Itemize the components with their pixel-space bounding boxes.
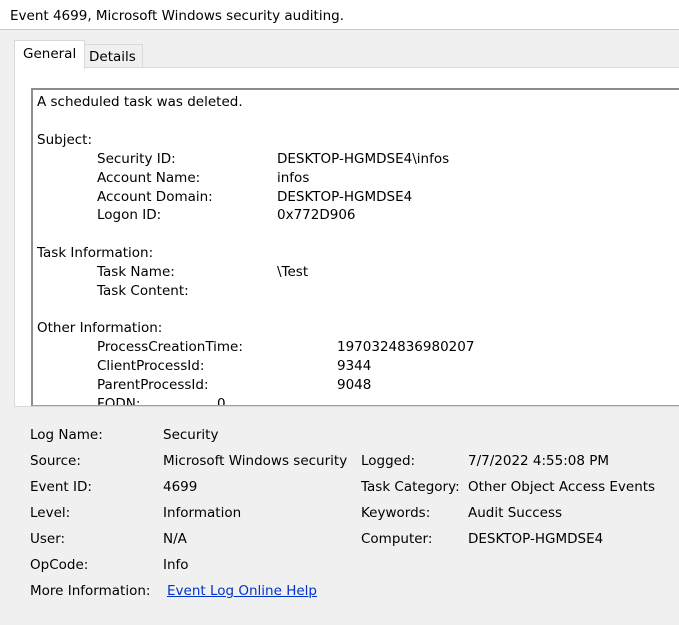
log-name-label: Log Name: [30,427,103,443]
process-creation-time-label: ProcessCreationTime: [97,339,243,355]
security-id-value: DESKTOP-HGMDSE4\infos [277,151,450,167]
task-name-value: \Test [277,264,309,280]
message-heading: A scheduled task was deleted. [37,94,243,110]
tab-details-label: Details [89,49,136,65]
title-bar: Event 4699, Microsoft Windows security a… [0,0,679,30]
general-tab-panel: A scheduled task was deleted. Subject: S… [14,67,679,407]
task-content-label: Task Content: [97,283,189,299]
event-description-textbox[interactable]: A scheduled task was deleted. Subject: S… [31,88,679,406]
user-value: N/A [163,531,187,547]
window-title: Event 4699, Microsoft Windows security a… [10,8,344,24]
account-domain-label: Account Domain: [97,189,213,205]
task-category-label: Task Category: [361,479,460,495]
opcode-label: OpCode: [30,557,89,573]
task-category-value: Other Object Access Events [468,479,656,495]
account-name-value: infos [277,170,310,186]
event-properties-window: Event 4699, Microsoft Windows security a… [0,0,679,625]
task-info-header: Task Information: [37,245,154,261]
opcode-value: Info [163,557,189,573]
parent-process-id-label: ParentProcessId: [97,377,209,393]
client-process-id-value: 9344 [337,358,372,374]
event-log-online-help-link[interactable]: Event Log Online Help [167,582,367,601]
more-information-label: More Information: [30,583,151,599]
computer-value: DESKTOP-HGMDSE4 [468,531,604,547]
fqdn-label: FQDN: [97,396,141,406]
level-value: Information [163,505,242,521]
user-label: User: [30,531,66,547]
event-id-value: 4699 [163,479,198,495]
fqdn-value: 0 [217,396,226,406]
client-process-id-label: ClientProcessId: [97,358,205,374]
tab-details[interactable]: Details [82,44,143,68]
tab-general-label: General [23,46,77,62]
source-value: Microsoft Windows security auditing. [163,453,350,469]
account-name-label: Account Name: [97,170,201,186]
tab-general[interactable]: General [14,40,86,69]
logged-label: Logged: [361,453,416,469]
parent-process-id-value: 9048 [337,377,372,393]
source-label: Source: [30,453,81,469]
event-details-summary: Log Name: Security Source: Microsoft Win… [0,420,679,625]
logged-value: 7/7/2022 4:55:08 PM [468,453,610,469]
logon-id-value: 0x772D906 [277,207,356,223]
process-creation-time-value: 1970324836980207 [337,339,475,355]
task-name-label: Task Name: [97,264,175,280]
account-domain-value: DESKTOP-HGMDSE4 [277,189,413,205]
keywords-value: Audit Success [468,505,563,521]
logon-id-label: Logon ID: [97,207,162,223]
level-label: Level: [30,505,71,521]
other-info-header: Other Information: [37,320,163,336]
event-id-label: Event ID: [30,479,92,495]
keywords-label: Keywords: [361,505,431,521]
subject-header: Subject: [37,132,93,148]
computer-label: Computer: [361,531,433,547]
security-id-label: Security ID: [97,151,176,167]
log-name-value: Security [163,427,219,443]
